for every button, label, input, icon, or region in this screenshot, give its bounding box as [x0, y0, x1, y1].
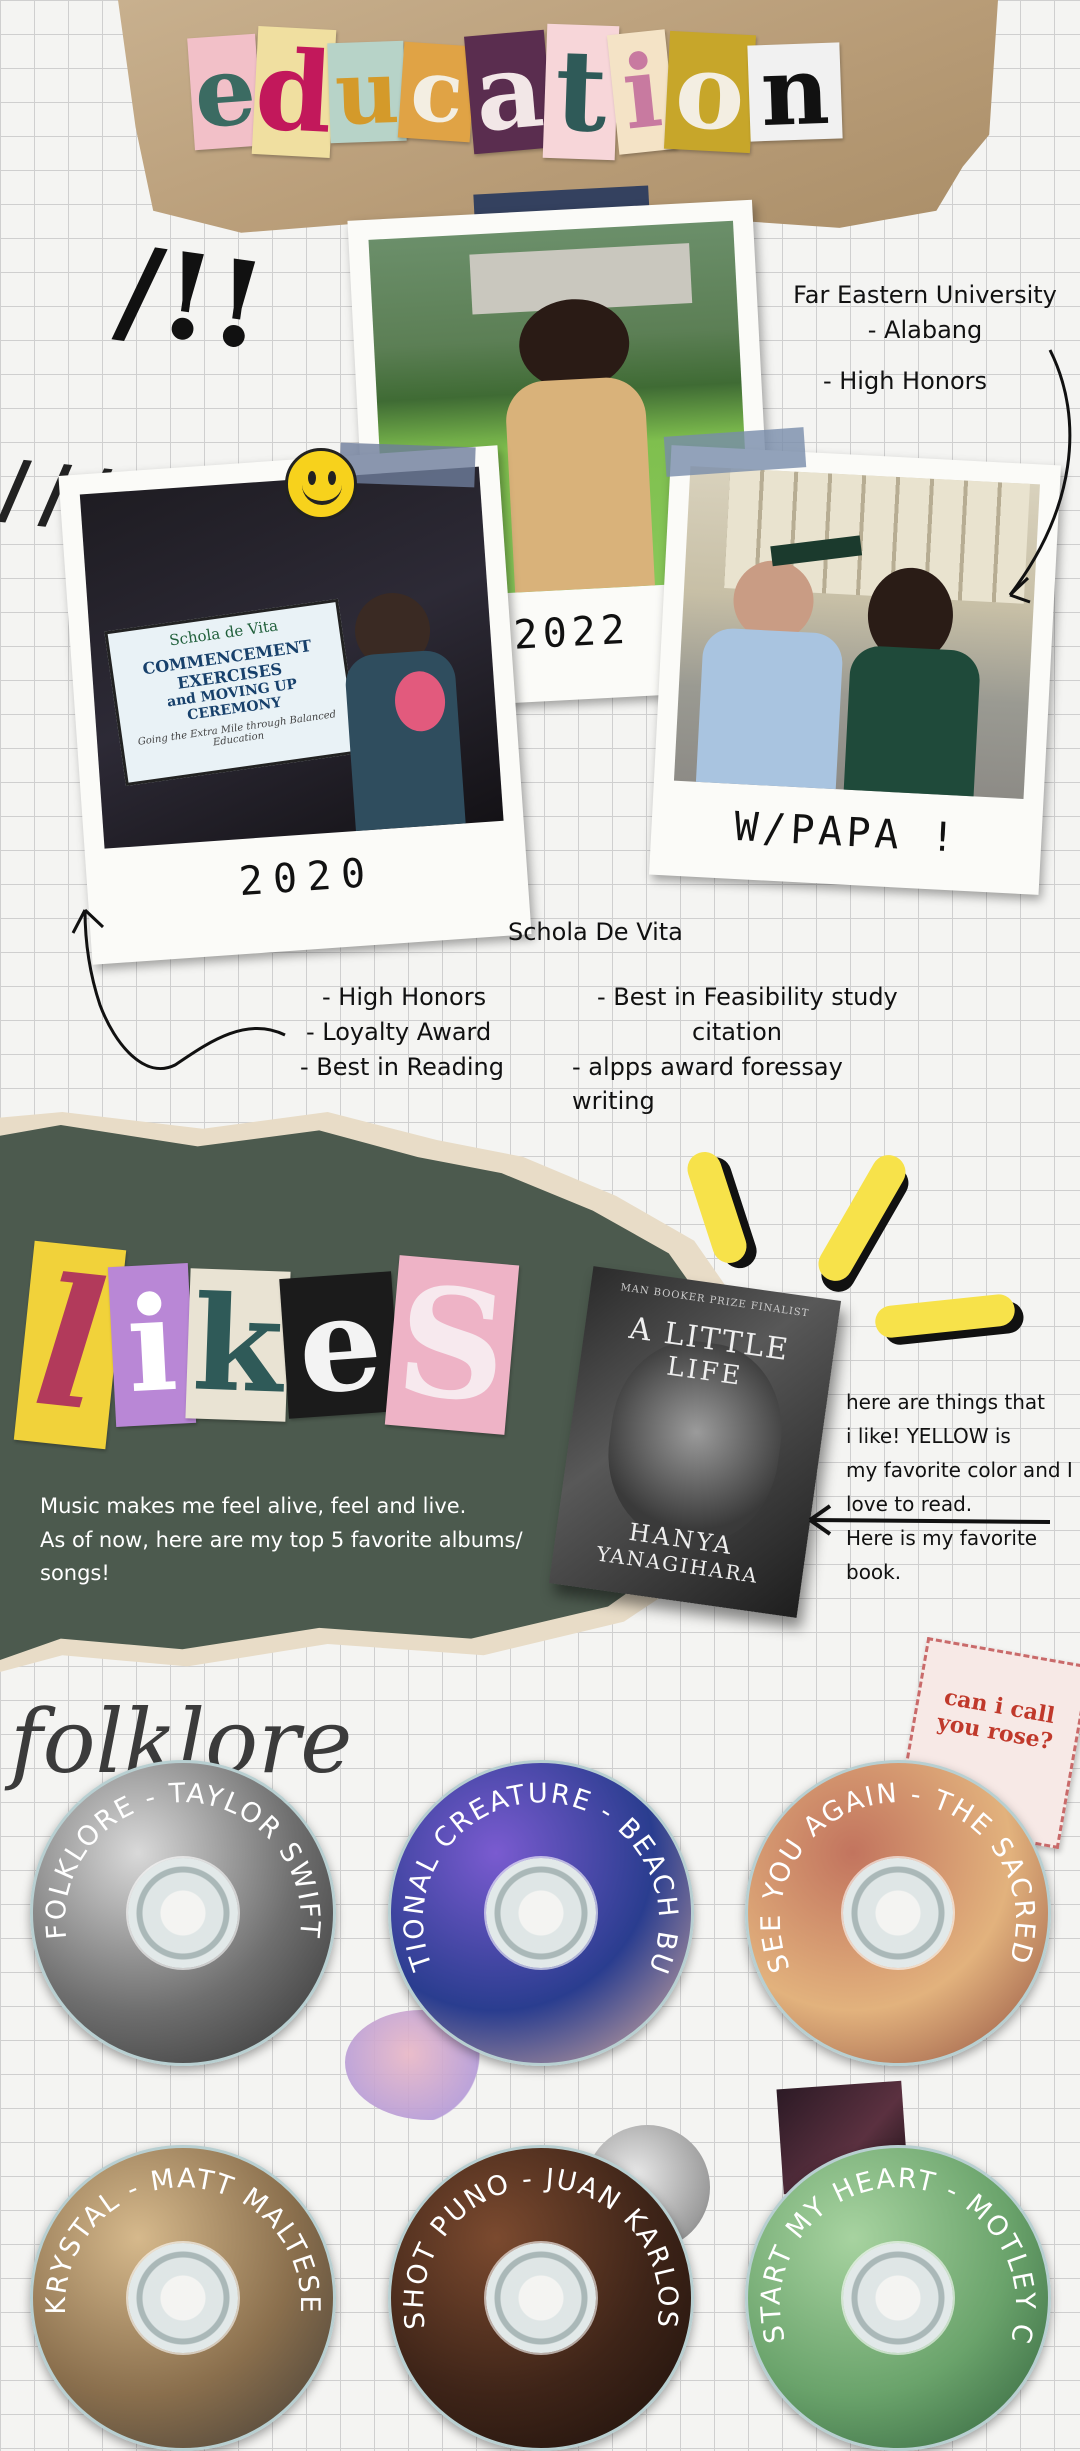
title-letter: d [251, 25, 337, 158]
note-line: book. [846, 1560, 902, 1584]
yellow-ray [812, 1148, 912, 1288]
note-line: Here is my favorite [846, 1526, 1038, 1550]
note-line: love to read. [846, 1492, 973, 1516]
likes-letter: k [185, 1266, 291, 1423]
sticker-text: can i call you rose? [935, 1684, 1057, 1756]
book-cover: MAN BOOKER PRIZE FINALIST A LITTLE LIFE … [548, 1266, 842, 1618]
cd-center-hole [843, 2243, 953, 2353]
cd-center-hole [128, 1858, 238, 1968]
likes-letter: e [279, 1265, 401, 1424]
likes-title: l i k e S [13, 1238, 520, 1451]
polaroid-2020: Schola de Vita COMMENCEMENT EXERCISES an… [58, 445, 532, 965]
title-letter: n [747, 36, 843, 148]
schola-award: - High Honors [322, 983, 487, 1011]
title-letter: c [397, 39, 477, 144]
cd-center-hole [128, 2243, 238, 2353]
education-title: e d u c a t i o n [187, 22, 843, 162]
cd-album[interactable]: FOLKLORE - TAYLOR SWIFT [30, 1760, 336, 2066]
music-line: songs! [40, 1561, 110, 1586]
schola-name: Schola De Vita [508, 918, 683, 946]
cd-album[interactable]: KICKSTART MY HEART - MOTLEY CREW [745, 2145, 1051, 2451]
cd-album[interactable]: EMOTIONAL CREATURE - BEACH BUNNY [388, 1760, 694, 2066]
cd-center-hole [486, 1858, 596, 1968]
cd-album[interactable]: WILL I SEE YOU AGAIN - THE SACRED SOULS [745, 1760, 1051, 2066]
schola-award: - Loyalty Award [306, 1017, 492, 1046]
ceremony-photo-2020: Schola de Vita COMMENCEMENT EXERCISES an… [79, 466, 504, 849]
schola-award: - Best in Feasibility study [597, 983, 898, 1011]
arrow-doodle [1008, 349, 1072, 604]
schola-award: citation [692, 1017, 782, 1046]
schola-right-list: - Best in Feasibility study citation - a… [572, 980, 912, 1119]
yellow-ray [873, 1292, 1017, 1340]
likes-right-note: here are things that i like! YELLOW is m… [846, 1385, 1073, 1589]
title-letter: a [464, 27, 554, 156]
feu-line1: Far Eastern University [793, 281, 1057, 309]
note-line: i like! YELLOW is [846, 1424, 1011, 1448]
schola-award: - Best in Reading [300, 1052, 504, 1081]
smiley-icon [285, 448, 357, 520]
cd-center-hole [486, 2243, 596, 2353]
note-line: here are things that [846, 1390, 1045, 1414]
cd-album[interactable]: SHOT PUNO - JUAN KARLOS [388, 2145, 694, 2451]
schola-award: - alpps award foressay writing [572, 1052, 843, 1116]
schola-left-list: - High Honors - Loyalty Award - Best in … [300, 980, 504, 1084]
title-letter: e [187, 33, 263, 151]
title-letter: u [327, 39, 407, 145]
likes-letter: S [384, 1253, 520, 1437]
exclamation-doodle: /!! [109, 218, 274, 377]
photo-with-papa [673, 466, 1040, 799]
tape-strip [339, 442, 476, 488]
music-text: Music makes me feel alive, feel and live… [40, 1490, 560, 1591]
note-line: my favorite color and I [846, 1458, 1073, 1482]
music-line: Music makes me feel alive, feel and live… [40, 1494, 467, 1518]
cd-album[interactable]: KRYSTAL - MATT MALTESE [30, 2145, 336, 2451]
cd-center-hole [843, 1858, 953, 1968]
likes-letter: i [107, 1263, 197, 1427]
arrow-doodle [71, 908, 286, 1071]
title-letter: o [663, 28, 757, 155]
music-line: As of now, here are my top 5 favorite al… [40, 1527, 523, 1552]
